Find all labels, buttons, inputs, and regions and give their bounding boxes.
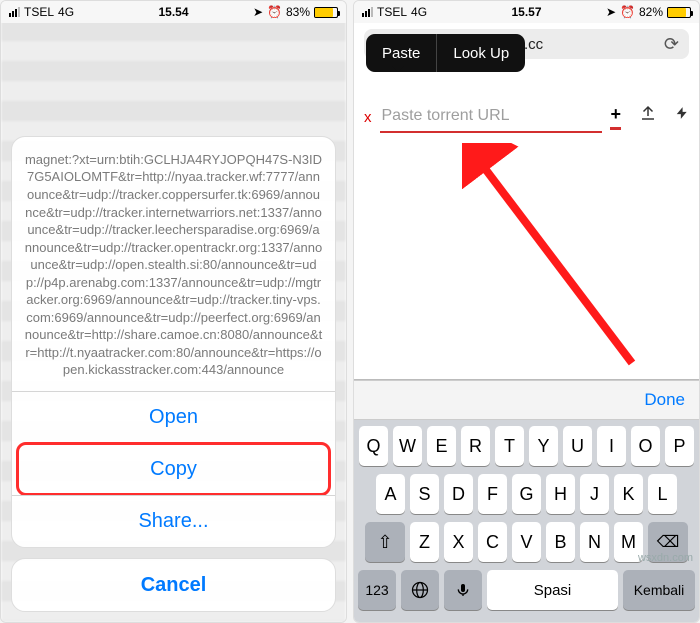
key-p[interactable]: P: [665, 426, 694, 466]
signal-icon: [9, 7, 20, 17]
battery-pct: 83%: [286, 5, 310, 19]
alarm-icon: ⏰: [620, 5, 635, 19]
cancel-button[interactable]: Cancel: [11, 558, 336, 612]
signal-icon: [362, 7, 373, 17]
bolt-icon[interactable]: [675, 104, 689, 130]
key-b[interactable]: B: [546, 522, 575, 562]
annotation-arrow: [462, 143, 662, 373]
done-button[interactable]: Done: [644, 390, 685, 410]
key-d[interactable]: D: [444, 474, 473, 514]
alarm-icon: ⏰: [267, 5, 282, 19]
clock: 15.57: [511, 5, 541, 19]
copy-button[interactable]: Copy: [16, 442, 331, 496]
key-a[interactable]: A: [376, 474, 405, 514]
status-bar: TSEL 4G 15.54 ➤ ⏰ 83%: [1, 1, 346, 23]
carrier-label: TSEL: [377, 5, 407, 19]
keyboard-row-2: ASDFGHJKL: [358, 474, 695, 514]
torrent-url-input[interactable]: [380, 101, 603, 133]
key-l[interactable]: L: [648, 474, 677, 514]
reload-icon[interactable]: ⟳: [664, 34, 679, 55]
key-g[interactable]: G: [512, 474, 541, 514]
keyboard: Done QWERTYUIOP ASDFGHJKL ⇧ZXCVBNM⌫ 123 …: [354, 379, 699, 622]
network-label: 4G: [58, 5, 74, 19]
key-q[interactable]: Q: [359, 426, 388, 466]
key-j[interactable]: J: [580, 474, 609, 514]
location-icon: ➤: [606, 5, 616, 19]
watermark: wsxdn.com: [638, 552, 693, 564]
globe-key[interactable]: [401, 570, 439, 610]
location-icon: ➤: [253, 5, 263, 19]
key-n[interactable]: N: [580, 522, 609, 562]
lookup-menu-item[interactable]: Look Up: [437, 34, 525, 72]
key-u[interactable]: U: [563, 426, 592, 466]
battery-icon: [667, 7, 691, 18]
key-o[interactable]: O: [631, 426, 660, 466]
key-f[interactable]: F: [478, 474, 507, 514]
key-e[interactable]: E: [427, 426, 456, 466]
battery-icon: [314, 7, 338, 18]
context-menu: Paste Look Up: [366, 34, 525, 72]
return-key[interactable]: Kembali: [623, 570, 695, 610]
keyboard-toolbar: Done: [354, 380, 699, 420]
key-k[interactable]: K: [614, 474, 643, 514]
upload-icon[interactable]: [639, 104, 657, 130]
magnet-link-text: magnet:?xt=urn:btih:GCLHJA4RYJOPQH47S-N3…: [12, 137, 335, 391]
mic-key[interactable]: [444, 570, 482, 610]
open-button[interactable]: Open: [12, 391, 335, 443]
status-bar: TSEL 4G 15.57 ➤ ⏰ 82%: [354, 1, 699, 23]
key-h[interactable]: H: [546, 474, 575, 514]
numbers-key[interactable]: 123: [358, 570, 396, 610]
clear-input-button[interactable]: x: [364, 109, 372, 126]
space-key[interactable]: Spasi: [487, 570, 618, 610]
key-w[interactable]: W: [393, 426, 422, 466]
key-y[interactable]: Y: [529, 426, 558, 466]
key-c[interactable]: C: [478, 522, 507, 562]
network-label: 4G: [411, 5, 427, 19]
key-t[interactable]: T: [495, 426, 524, 466]
shift-key[interactable]: ⇧: [365, 522, 405, 562]
action-sheet: magnet:?xt=urn:btih:GCLHJA4RYJOPQH47S-N3…: [11, 136, 336, 612]
phone-left: TSEL 4G 15.54 ➤ ⏰ 83% magnet:?xt=urn:bti…: [0, 0, 347, 623]
keyboard-row-bottom: 123 Spasi Kembali: [358, 570, 695, 610]
paste-menu-item[interactable]: Paste: [366, 34, 436, 72]
key-s[interactable]: S: [410, 474, 439, 514]
key-v[interactable]: V: [512, 522, 541, 562]
share-button[interactable]: Share...: [12, 495, 335, 547]
key-r[interactable]: R: [461, 426, 490, 466]
clock: 15.54: [158, 5, 188, 19]
key-i[interactable]: I: [597, 426, 626, 466]
battery-pct: 82%: [639, 5, 663, 19]
torrent-input-row: x +: [364, 101, 689, 133]
add-icon[interactable]: +: [610, 104, 621, 130]
carrier-label: TSEL: [24, 5, 54, 19]
keyboard-row-1: QWERTYUIOP: [358, 426, 695, 466]
key-x[interactable]: X: [444, 522, 473, 562]
phone-right: TSEL 4G 15.57 ➤ ⏰ 82% Paste Look Up eedr…: [353, 0, 700, 623]
key-z[interactable]: Z: [410, 522, 439, 562]
